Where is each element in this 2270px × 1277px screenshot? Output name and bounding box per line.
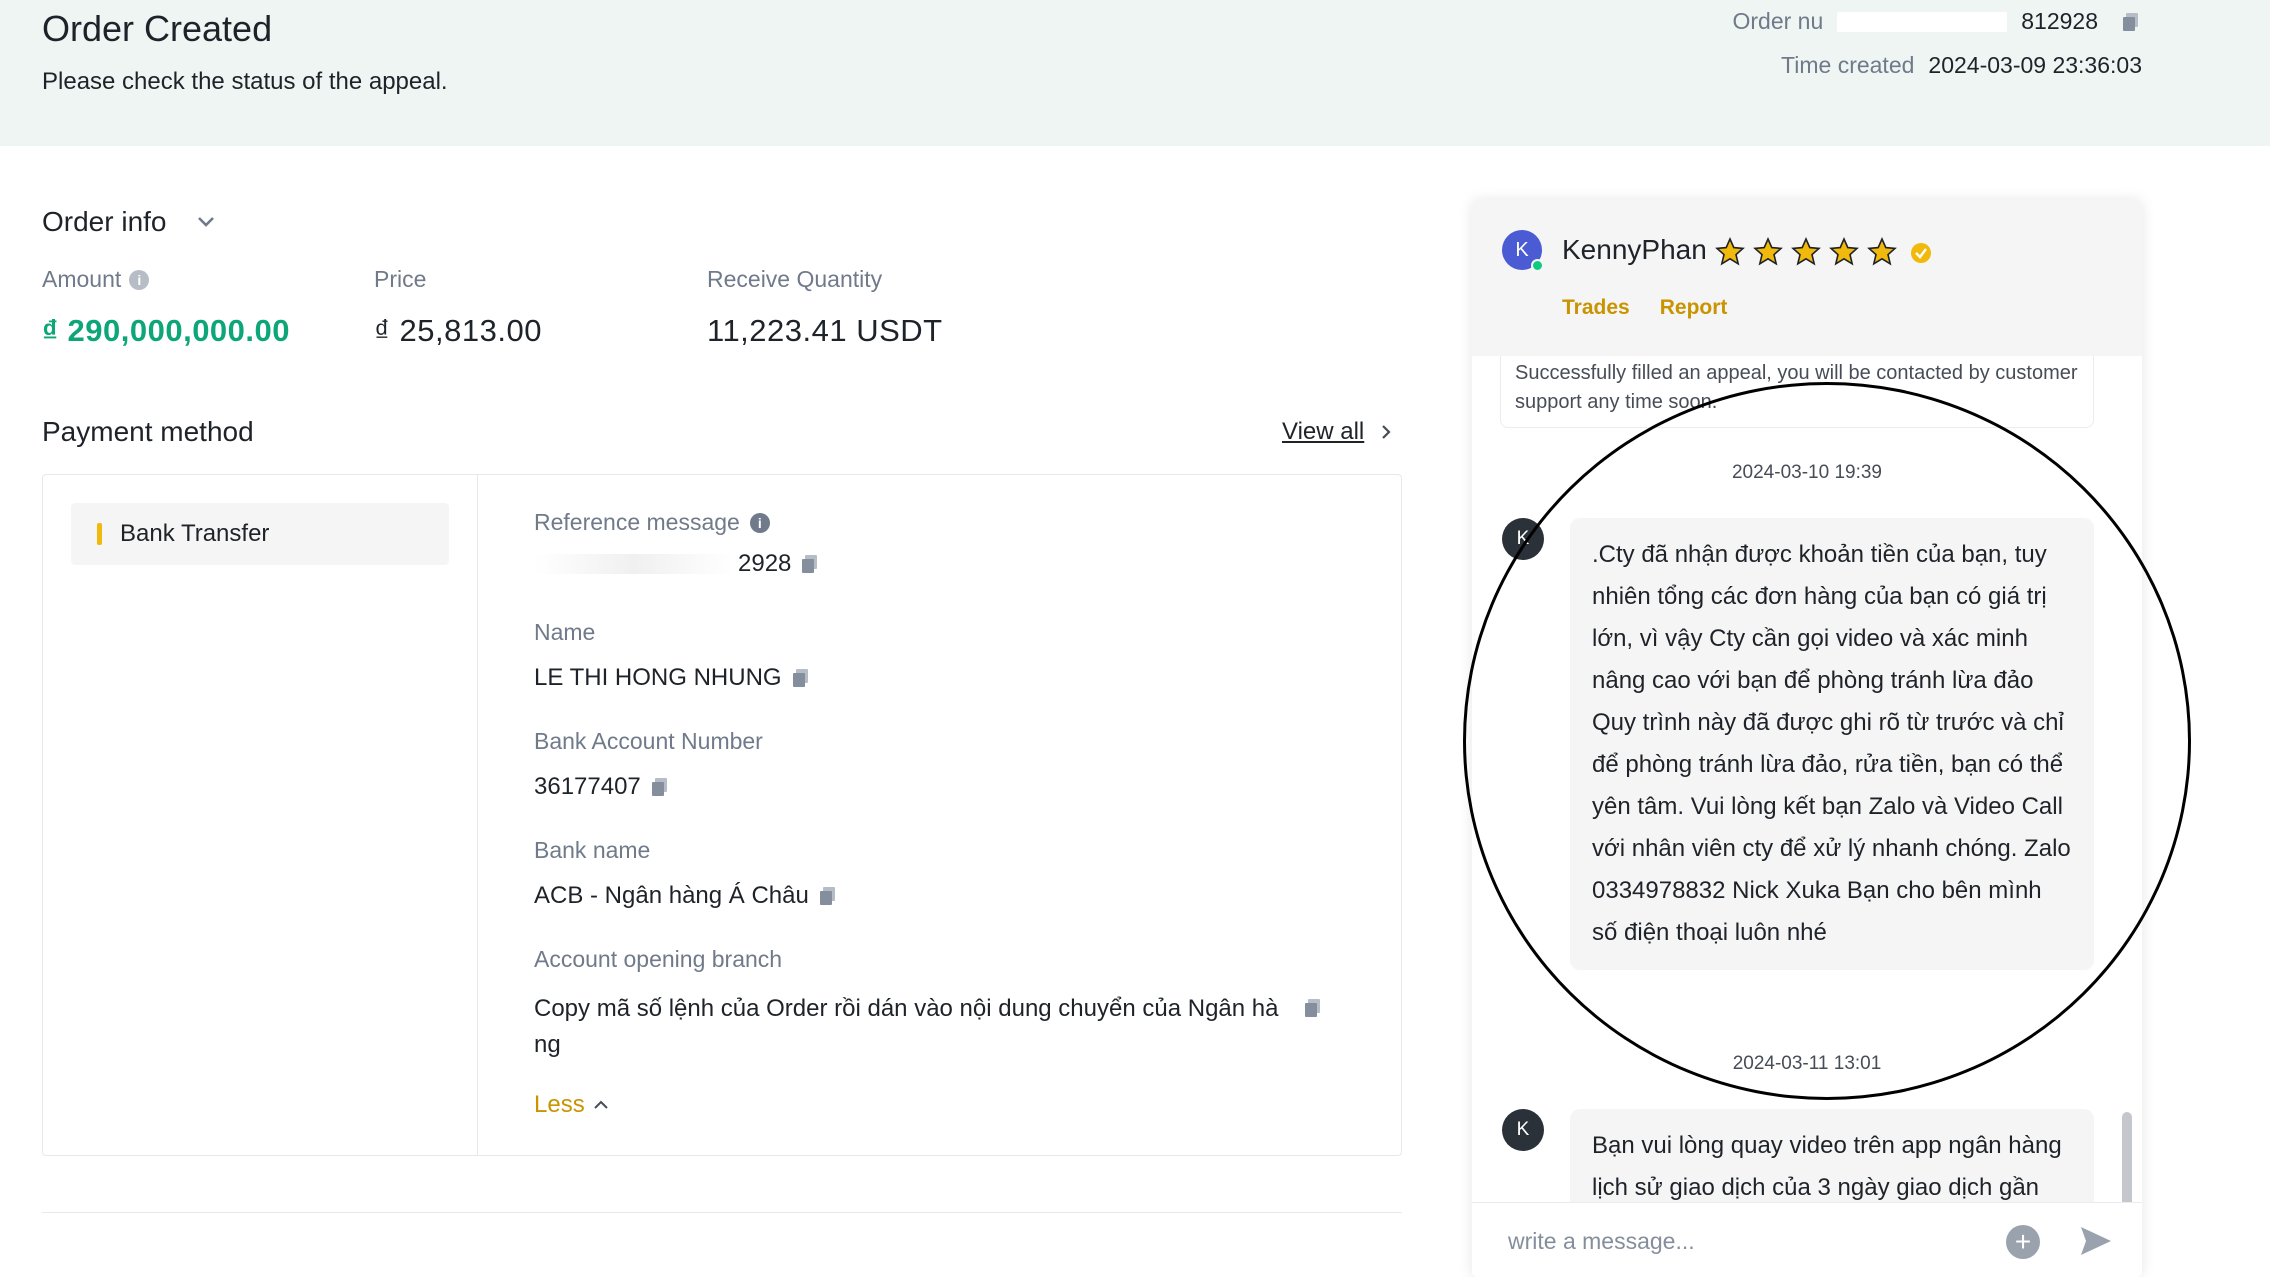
chat-message-bubble: .Cty đã nhận được khoản tiền của bạn, tu… bbox=[1570, 518, 2094, 970]
order-number-row: Order nu 812928 bbox=[1732, 8, 2142, 35]
star-icon bbox=[1714, 236, 1746, 268]
account-number-label: Bank Account Number bbox=[534, 728, 763, 754]
info-icon[interactable]: i bbox=[129, 269, 150, 290]
system-message: Successfully filled an appeal, you will … bbox=[1500, 356, 2094, 428]
copy-icon[interactable] bbox=[799, 553, 821, 575]
amount-label: Amount bbox=[42, 266, 122, 292]
order-number-label: Order nu bbox=[1732, 8, 1824, 34]
star-icon bbox=[1866, 236, 1898, 268]
message-timestamp: 2024-03-11 13:01 bbox=[1732, 1053, 1882, 1074]
star-icon bbox=[1828, 236, 1860, 268]
chat-input-bar: + bbox=[1472, 1202, 2142, 1277]
quantity-label: Receive Quantity bbox=[707, 266, 883, 292]
copy-icon[interactable] bbox=[817, 885, 839, 907]
chat-header: K KennyPhan Trades Report bbox=[1472, 200, 2142, 356]
counterparty-name[interactable]: KennyPhan bbox=[1562, 234, 1707, 266]
name-field: Name LE THI HONG NHUNG bbox=[534, 619, 812, 692]
divider bbox=[42, 1212, 1402, 1213]
time-created-value: 2024-03-09 23:36:03 bbox=[1928, 52, 2142, 78]
price-value: ₫ 25,813.00 bbox=[374, 313, 542, 348]
message-timestamp: 2024-03-10 19:39 bbox=[1731, 462, 1882, 483]
quantity-value: 11,223.41 USDT bbox=[707, 313, 943, 348]
star-icon bbox=[1790, 236, 1822, 268]
name-value: LE THI HONG NHUNG bbox=[534, 664, 782, 691]
price-block: Price ₫ 25,813.00 bbox=[374, 266, 542, 349]
amount-value: ₫ 290,000,000.00 bbox=[42, 313, 291, 348]
divider bbox=[477, 475, 478, 1155]
avatar: K bbox=[1502, 518, 1544, 560]
payment-method-heading: Payment method bbox=[42, 416, 254, 447]
copy-icon[interactable] bbox=[2120, 11, 2142, 33]
amount-block: Amount i ₫ 290,000,000.00 bbox=[42, 266, 290, 349]
order-status-banner: Order Created Please check the status of… bbox=[0, 0, 2270, 146]
order-number-value: 812928 bbox=[2021, 8, 2098, 34]
order-number-redacted bbox=[1837, 11, 2008, 32]
avatar-initial: K bbox=[1515, 238, 1529, 261]
chat-message-bubble: Bạn vui lòng quay video trên app ngân hà… bbox=[1570, 1109, 2094, 1202]
message-input[interactable] bbox=[1508, 1217, 1988, 1265]
time-created-label: Time created bbox=[1781, 52, 1915, 78]
avatar: K bbox=[1502, 1109, 1544, 1151]
reference-redacted bbox=[534, 554, 734, 574]
chat-scrollbar[interactable] bbox=[2122, 1112, 2132, 1202]
less-label: Less bbox=[534, 1091, 585, 1118]
chevron-up-icon bbox=[593, 1100, 608, 1109]
verified-badge-icon bbox=[1911, 243, 1931, 263]
branch-field: Account opening branch Copy mã số lệnh c… bbox=[534, 946, 1324, 1063]
active-tab-indicator bbox=[97, 523, 102, 545]
bank-name-field: Bank name ACB - Ngân hàng Á Châu bbox=[534, 837, 839, 910]
rating-stars bbox=[1714, 236, 1898, 268]
time-created-row: Time created 2024-03-09 23:36:03 bbox=[1781, 52, 2142, 79]
payment-method-tab-label: Bank Transfer bbox=[120, 520, 270, 547]
send-icon[interactable] bbox=[2078, 1223, 2114, 1259]
online-status-dot bbox=[1531, 259, 1544, 272]
chevron-right-icon bbox=[1382, 425, 1391, 439]
price-label: Price bbox=[374, 266, 427, 292]
copy-icon[interactable] bbox=[649, 776, 671, 798]
account-number-field: Bank Account Number 36177407 bbox=[534, 728, 763, 801]
copy-icon[interactable] bbox=[1302, 997, 1324, 1019]
copy-icon[interactable] bbox=[790, 667, 812, 689]
name-label: Name bbox=[534, 619, 596, 645]
quantity-block: Receive Quantity 11,223.41 USDT bbox=[707, 266, 943, 349]
avatar-initial: K bbox=[1516, 1119, 1530, 1140]
order-info-heading[interactable]: Order info bbox=[42, 206, 167, 238]
branch-value: Copy mã số lệnh của Order rồi dán vào nộ… bbox=[534, 995, 1279, 1058]
chat-messages[interactable]: Successfully filled an appeal, you will … bbox=[1472, 356, 2142, 1202]
less-toggle[interactable]: Less bbox=[534, 1091, 609, 1119]
reference-field: Reference message i 2928 bbox=[534, 509, 821, 578]
avatar-initial: K bbox=[1516, 528, 1530, 549]
info-icon[interactable]: i bbox=[749, 512, 770, 533]
add-attachment-icon[interactable]: + bbox=[2006, 1225, 2040, 1259]
bank-name-value: ACB - Ngân hàng Á Châu bbox=[534, 882, 809, 909]
page-subtitle: Please check the status of the appeal. bbox=[42, 68, 448, 95]
payment-method-tab[interactable]: Bank Transfer bbox=[71, 503, 449, 565]
trades-link[interactable]: Trades bbox=[1562, 296, 1630, 320]
bank-name-label: Bank name bbox=[534, 837, 651, 863]
reference-label: Reference message bbox=[534, 509, 740, 535]
star-icon bbox=[1752, 236, 1784, 268]
chevron-down-icon[interactable] bbox=[196, 212, 216, 232]
payment-method-card: Bank Transfer Reference message i 2928 Na… bbox=[42, 474, 1402, 1156]
page-title: Order Created bbox=[42, 8, 273, 49]
account-number-value: 36177407 bbox=[534, 773, 641, 800]
report-link[interactable]: Report bbox=[1660, 296, 1728, 320]
view-all-label: View all bbox=[1282, 418, 1365, 445]
reference-value: 2928 bbox=[738, 550, 792, 577]
branch-label: Account opening branch bbox=[534, 946, 783, 972]
view-all-link[interactable]: View all bbox=[1282, 418, 1392, 446]
chat-header-links: Trades Report bbox=[1562, 296, 1727, 320]
chat-panel: K KennyPhan Trades Report Successfully f… bbox=[1472, 200, 2142, 1277]
avatar: K bbox=[1502, 230, 1544, 272]
